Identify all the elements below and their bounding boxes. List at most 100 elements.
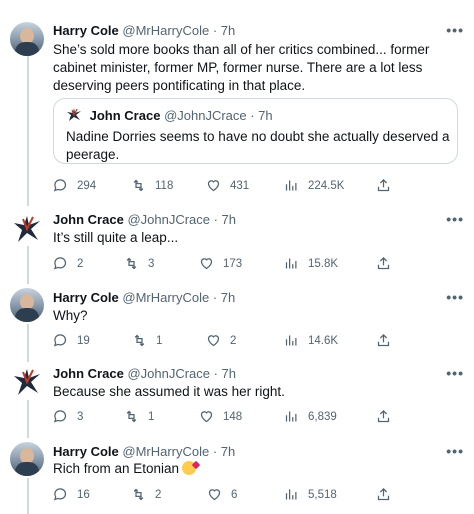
share-icon [377,178,390,192]
share-button[interactable] [376,487,400,502]
tweet-text: She’s sold more books than all of her cr… [53,42,430,93]
view-count: 6,839 [308,410,337,423]
share-icon [377,409,390,423]
author-name[interactable]: John Crace [53,366,124,381]
share-button[interactable] [376,409,400,424]
author-handle[interactable]: @MrHarryCole · 7h [122,444,235,459]
avatar[interactable] [10,288,44,322]
retweet-button[interactable]: 1 [124,409,154,424]
reply-icon [53,488,67,501]
like-count: 2 [230,334,237,347]
tweet-header: John Crace @JohnJCrace · 7h [53,366,236,381]
author-name[interactable]: Harry Cole [53,290,119,305]
views-icon [285,411,297,422]
more-options-button[interactable]: ••• [446,443,464,459]
retweet-count: 2 [155,488,162,501]
like-button[interactable]: 431 [206,178,249,193]
avatar[interactable] [12,214,42,244]
tweet-actions: 19 1 2 14.6K [0,333,474,349]
reply-icon [53,179,67,192]
reply-count: 16 [77,488,90,501]
author-name[interactable]: John Crace [53,212,124,227]
share-button[interactable] [376,256,400,271]
like-button[interactable]: 148 [199,409,242,424]
retweet-button[interactable]: 118 [131,178,173,193]
reply-button[interactable]: 16 [53,487,90,502]
retweet-button[interactable]: 2 [131,487,161,502]
tweet-actions: 16 2 6 5,518 [0,487,474,503]
like-count: 6 [231,488,238,501]
view-count: 15.8K [308,257,339,270]
author-handle[interactable]: @MrHarryCole · 7h [122,23,235,38]
views-icon [285,180,297,191]
views-button[interactable]: 5,518 [284,487,337,502]
tweet-actions: 3 1 148 6,839 [0,409,474,425]
like-count: 173 [223,257,243,270]
retweet-icon [133,179,144,192]
author-handle[interactable]: @JohnJCrace · 7h [127,212,236,227]
avatar[interactable] [10,442,44,476]
reply-icon [53,410,67,423]
more-options-button[interactable]: ••• [446,289,464,305]
author-handle[interactable]: @MrHarryCole · 7h [122,290,235,305]
tweet-text-content: Rich from an Etonian [53,461,180,476]
retweet-icon [133,488,144,501]
view-count: 224.5K [308,179,345,192]
author-name[interactable]: Harry Cole [53,23,119,38]
more-options-button[interactable]: ••• [446,22,464,38]
views-button[interactable]: 14.6K [284,333,338,348]
more-options-button[interactable]: ••• [446,211,464,227]
quote-header: John Crace @JohnJCrace · 7h [66,107,273,123]
tweet-actions: 2 3 173 15.8K [0,256,474,272]
author-handle[interactable]: @JohnJCrace · 7h [127,366,236,381]
reply-button[interactable]: 3 [53,409,83,424]
heart-icon [208,489,221,501]
retweet-count: 118 [155,179,174,192]
heart-icon [200,258,213,270]
like-button[interactable]: 6 [207,487,237,502]
like-count: 431 [230,179,250,192]
views-button[interactable]: 15.8K [284,256,338,271]
share-icon [377,256,390,270]
quoted-tweet[interactable]: John Crace @JohnJCrace · 7h Nadine Dorri… [53,98,458,164]
reply-button[interactable]: 19 [53,333,90,348]
views-icon [285,258,297,269]
tweet-header: Harry Cole @MrHarryCole · 7h [53,444,235,459]
retweet-count: 3 [148,257,155,270]
tweet-text: Why? [53,308,88,323]
like-button[interactable]: 2 [206,333,236,348]
reply-count: 294 [77,179,97,192]
more-options-button[interactable]: ••• [446,365,464,381]
reply-count: 3 [77,410,84,423]
share-button[interactable] [376,178,400,193]
share-icon [377,487,390,501]
tweet-text: Because she assumed it was her right. [53,384,285,399]
like-button[interactable]: 173 [199,256,242,271]
views-button[interactable]: 224.5K [284,178,344,193]
reply-count: 19 [77,334,90,347]
avatar [66,107,82,123]
reply-button[interactable]: 294 [53,178,96,193]
retweet-button[interactable]: 1 [132,333,162,348]
view-count: 14.6K [308,334,339,347]
views-button[interactable]: 6,839 [284,409,337,424]
retweet-icon [134,334,145,347]
view-count: 5,518 [308,488,337,501]
author-handle: @JohnJCrace · 7h [164,108,273,123]
share-icon [377,333,390,347]
tweet-header: Harry Cole @MrHarryCole · 7h [53,290,235,305]
retweet-count: 1 [156,334,163,347]
retweet-button[interactable]: 3 [124,256,154,271]
reply-count: 2 [77,257,84,270]
views-icon [285,335,297,346]
reply-button[interactable]: 2 [53,256,83,271]
reply-icon [53,334,67,347]
author-name: John Crace [89,108,161,123]
share-button[interactable] [376,333,400,348]
heart-icon [207,180,220,192]
author-name[interactable]: Harry Cole [53,444,119,459]
avatar[interactable] [10,22,44,56]
retweet-icon [126,257,137,270]
reply-icon [53,257,67,270]
avatar[interactable] [12,367,42,397]
